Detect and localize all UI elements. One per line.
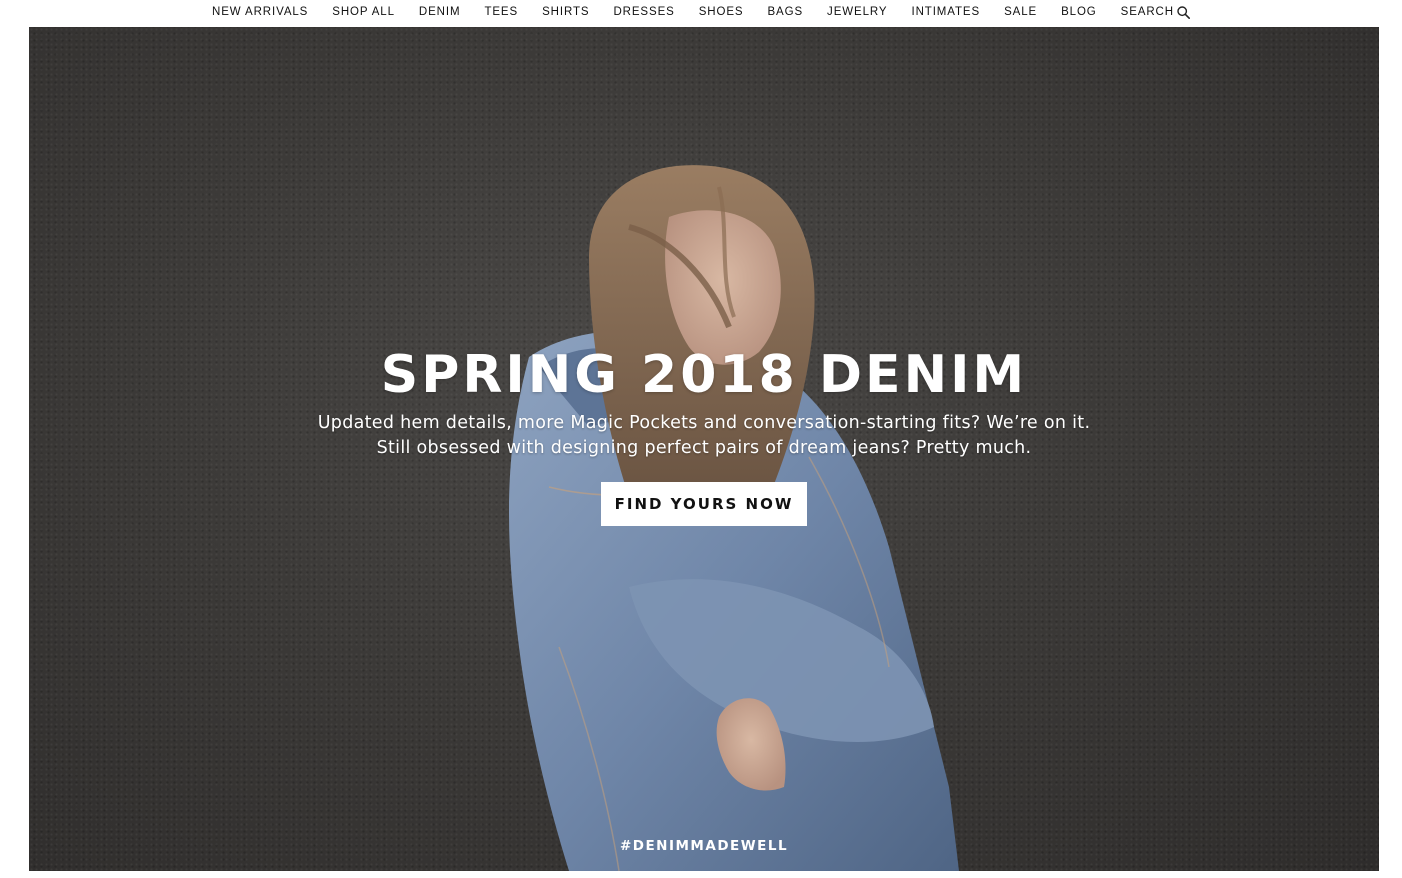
hero-subcopy-line-2: Still obsessed with designing perfect pa…: [376, 438, 1032, 458]
find-yours-now-button[interactable]: FIND YOURS NOW: [601, 482, 807, 526]
search-button[interactable]: SEARCH: [1109, 0, 1202, 24]
nav-blog[interactable]: BLOG: [1049, 0, 1109, 24]
nav-jewelry[interactable]: JEWELRY: [815, 0, 899, 24]
hero-headline: SPRING 2018 DENIM: [380, 345, 1028, 405]
nav-bags[interactable]: BAGS: [755, 0, 815, 24]
hero-subcopy-line-1: Updated hem details, more Magic Pockets …: [317, 413, 1091, 433]
hashtag-link[interactable]: #DENIMMADEWELL: [29, 838, 1379, 854]
nav-new-arrivals[interactable]: NEW ARRIVALS: [200, 0, 320, 24]
nav-dresses[interactable]: DRESSES: [601, 0, 686, 24]
hero-subcopy: Updated hem details, more Magic Pockets …: [29, 411, 1379, 461]
magnifier-icon: [1177, 5, 1190, 19]
top-navigation: NEW ARRIVALS SHOP ALL DENIM TEES SHIRTS …: [0, 0, 1402, 24]
nav-shop-all[interactable]: SHOP ALL: [320, 0, 407, 24]
nav-tees[interactable]: TEES: [472, 0, 530, 24]
hero-banner[interactable]: SPRING 2018 DENIM Updated hem details, m…: [29, 27, 1379, 871]
hero-content: SPRING 2018 DENIM Updated hem details, m…: [29, 345, 1379, 526]
nav-shoes[interactable]: SHOES: [687, 0, 756, 24]
nav-denim[interactable]: DENIM: [407, 0, 473, 24]
nav-intimates[interactable]: INTIMATES: [899, 0, 992, 24]
nav-shirts[interactable]: SHIRTS: [530, 0, 601, 24]
search-label: SEARCH: [1120, 6, 1174, 18]
nav-sale[interactable]: SALE: [992, 0, 1049, 24]
